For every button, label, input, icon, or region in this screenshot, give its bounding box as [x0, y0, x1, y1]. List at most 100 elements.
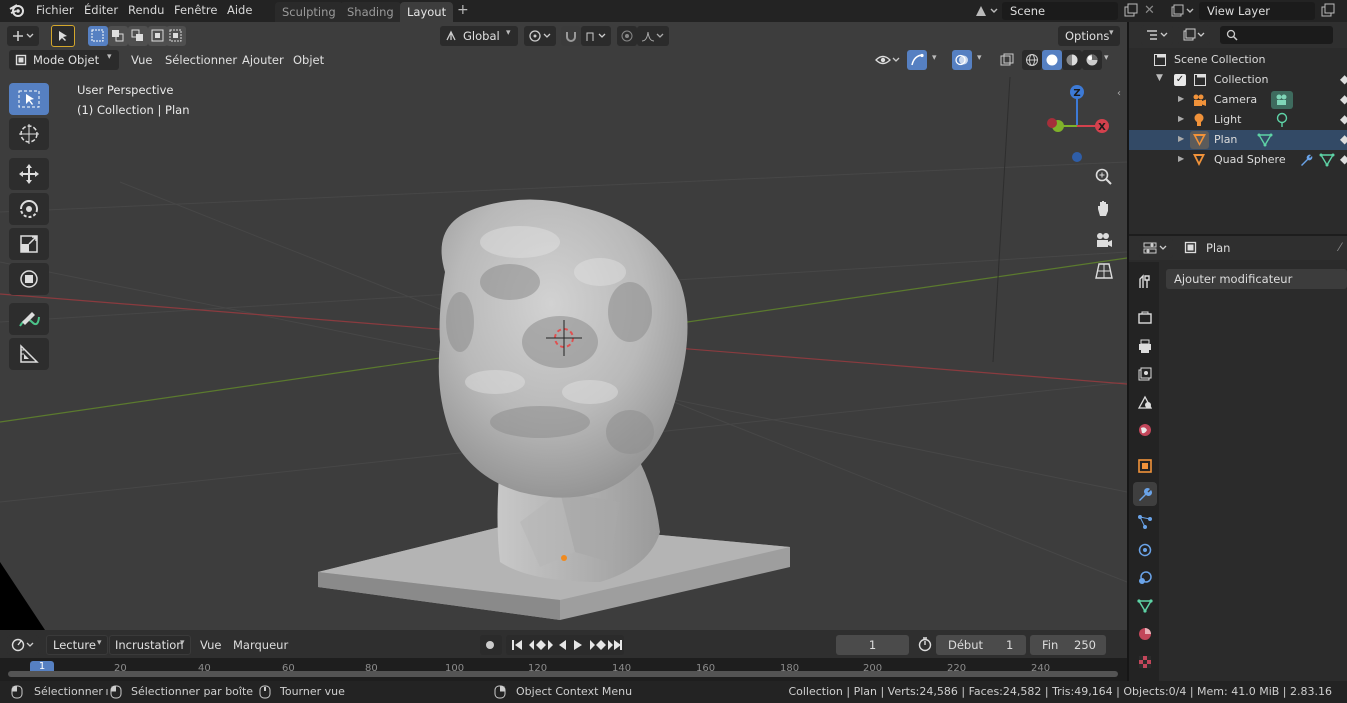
scene-selector-icon[interactable]	[973, 3, 999, 19]
menu-edit[interactable]: Éditer	[84, 3, 118, 17]
editor-type-button[interactable]	[7, 26, 39, 46]
select-intersect-icon[interactable]	[166, 26, 186, 46]
proportional-edit-icon[interactable]	[617, 26, 637, 46]
auto-keying-record-icon[interactable]	[480, 635, 502, 655]
tab-data[interactable]	[1133, 594, 1157, 618]
tab-scene[interactable]	[1133, 390, 1157, 414]
tab-world[interactable]	[1133, 418, 1157, 442]
pan-hand-icon[interactable]	[1091, 195, 1117, 221]
wrench-icon[interactable]	[1299, 153, 1313, 167]
expand-arrow-icon[interactable]: ▼	[1156, 73, 1163, 83]
select-mode-cursor-icon[interactable]	[51, 25, 75, 47]
outliner-editor-type-icon[interactable]	[1141, 25, 1173, 45]
blender-logo-icon[interactable]	[9, 2, 26, 19]
tab-texture[interactable]	[1133, 650, 1157, 674]
chevron-down-icon[interactable]: ▾	[932, 53, 937, 63]
snap-target-icon[interactable]	[581, 26, 611, 46]
rotate-tool[interactable]	[9, 193, 49, 225]
transform-tool[interactable]	[9, 263, 49, 295]
outliner-row-scene-collection[interactable]: Scene Collection	[1129, 50, 1347, 70]
new-view-layer-icon[interactable]	[1321, 3, 1335, 17]
checkbox-icon[interactable]: ✓	[1174, 74, 1186, 86]
chevron-down-icon[interactable]: ▾	[1104, 53, 1109, 63]
measure-tool[interactable]	[9, 338, 49, 370]
outliner-row-plan[interactable]: ▶ Plan ◆	[1129, 130, 1347, 150]
overlays-toggle-icon[interactable]	[952, 50, 972, 70]
mesh-data-icon[interactable]	[1319, 153, 1335, 167]
snap-toggle-icon[interactable]	[561, 26, 581, 46]
gizmo-toggle-icon[interactable]	[907, 50, 927, 70]
properties-editor-type-icon[interactable]	[1139, 238, 1173, 258]
outliner-search-input[interactable]	[1220, 26, 1333, 44]
expand-arrow-icon[interactable]: ▶	[1178, 154, 1184, 163]
tab-material[interactable]	[1133, 622, 1157, 646]
tab-physics[interactable]	[1133, 538, 1157, 562]
eye-icon[interactable]: ◆	[1340, 152, 1347, 166]
end-frame-field[interactable]: Fin 250	[1030, 635, 1106, 655]
select-extend-icon[interactable]	[108, 26, 128, 46]
camera-view-icon[interactable]	[1091, 227, 1117, 253]
current-frame-field[interactable]: 1	[836, 635, 909, 655]
tab-sculpting[interactable]: Sculpting	[275, 2, 343, 22]
chevron-down-icon[interactable]: ▾	[977, 53, 982, 63]
menu-window[interactable]: Fenêtre	[174, 3, 217, 17]
tab-view-layer[interactable]	[1133, 362, 1157, 386]
menu-object[interactable]: Objet	[293, 53, 324, 67]
display-mode-icon[interactable]	[1178, 25, 1210, 45]
tab-output[interactable]	[1133, 334, 1157, 358]
tab-tool[interactable]	[1133, 270, 1157, 294]
tab-layout[interactable]: Layout	[400, 2, 454, 22]
select-subtract-icon[interactable]	[128, 26, 148, 46]
view-layer-field[interactable]: View Layer	[1199, 2, 1315, 20]
outliner-row-light[interactable]: ▶ Light ◆	[1129, 110, 1347, 130]
outliner-row-collection[interactable]: ▼ ✓ Collection ◆	[1129, 70, 1347, 90]
falloff-icon[interactable]	[637, 26, 669, 46]
playback-dropdown[interactable]: Lecture ▾	[46, 635, 108, 655]
timeline-scrollbar[interactable]	[8, 671, 1118, 677]
menu-select[interactable]: Sélectionner	[165, 53, 237, 67]
add-workspace-button[interactable]: +	[457, 2, 469, 18]
scale-tool[interactable]	[9, 228, 49, 260]
tab-modifiers[interactable]	[1133, 482, 1157, 506]
view-layer-selector-icon[interactable]	[1170, 3, 1196, 19]
tab-particles[interactable]	[1133, 510, 1157, 534]
solid-shading-icon[interactable]	[1042, 50, 1062, 70]
expand-arrow-icon[interactable]: ▶	[1178, 94, 1184, 103]
tab-constraints[interactable]	[1133, 566, 1157, 590]
cursor-tool[interactable]	[9, 118, 49, 150]
eye-icon[interactable]: ◆	[1340, 92, 1347, 106]
sidebar-toggle-icon[interactable]: ‹	[1117, 88, 1121, 99]
tab-render[interactable]	[1133, 306, 1157, 330]
eye-icon[interactable]: ◆	[1340, 132, 1347, 146]
wireframe-shading-icon[interactable]	[1022, 50, 1042, 70]
start-frame-field[interactable]: Début 1	[936, 635, 1026, 655]
camera-data-icon[interactable]	[1271, 91, 1293, 109]
new-scene-icon[interactable]	[1124, 3, 1138, 17]
tab-shading[interactable]: Shading	[340, 2, 401, 22]
pin-icon[interactable]: ⁄	[1339, 240, 1341, 254]
menu-add[interactable]: Ajouter	[242, 53, 284, 67]
visibility-eye-icon[interactable]	[871, 50, 903, 70]
menu-help[interactable]: Aide	[227, 3, 252, 17]
transform-orientation-dropdown[interactable]: Global ▾	[440, 26, 518, 46]
menu-file[interactable]: Fichier	[36, 3, 74, 17]
annotate-tool[interactable]	[9, 303, 49, 335]
zoom-icon[interactable]	[1091, 164, 1117, 190]
select-invert-icon[interactable]	[148, 26, 168, 46]
material-shading-icon[interactable]	[1062, 50, 1082, 70]
add-modifier-dropdown[interactable]: Ajouter modificateur	[1166, 269, 1347, 289]
xray-toggle-icon[interactable]	[997, 50, 1017, 70]
outliner-row-camera[interactable]: ▶ Camera ◆	[1129, 90, 1347, 110]
mode-dropdown[interactable]: Mode Objet ▾	[9, 50, 119, 70]
select-box-tool[interactable]	[9, 83, 49, 115]
tab-object[interactable]	[1133, 454, 1157, 478]
pivot-point-icon[interactable]	[524, 26, 556, 46]
timeline-menu-view[interactable]: Vue	[200, 638, 221, 652]
options-dropdown[interactable]: Options ▾	[1058, 26, 1120, 46]
mesh-data-icon[interactable]	[1257, 133, 1273, 147]
expand-arrow-icon[interactable]: ▶	[1178, 134, 1184, 143]
outliner-row-quad-sphere[interactable]: ▶ Quad Sphere ◆	[1129, 150, 1347, 170]
rendered-shading-icon[interactable]	[1082, 50, 1102, 70]
keying-dropdown[interactable]: Incrustation ▾	[109, 635, 191, 655]
delete-scene-icon[interactable]: ✕	[1144, 3, 1155, 18]
